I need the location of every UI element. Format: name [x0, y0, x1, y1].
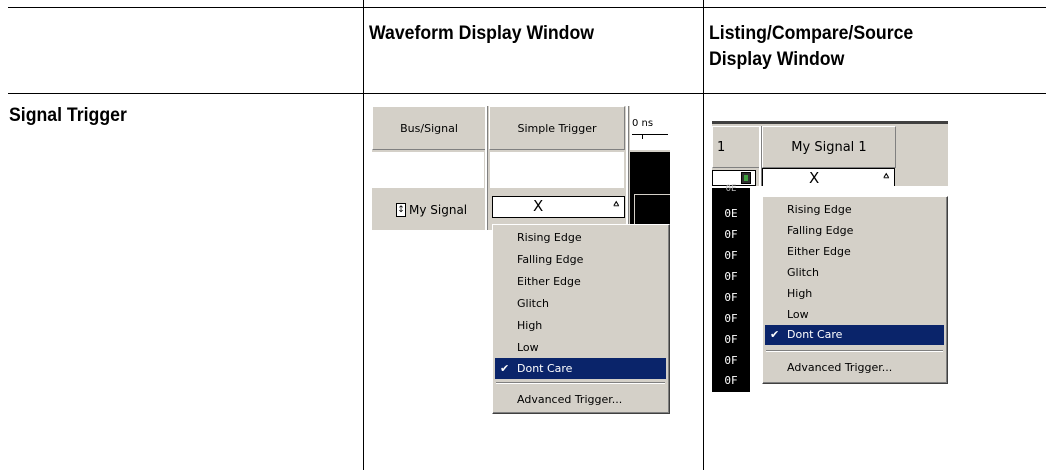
- listing-top-strip: [712, 106, 948, 121]
- listing-top-bar: [712, 121, 948, 124]
- listing-trigger-menu: Rising Edge Falling Edge Either Edge Gli…: [762, 196, 948, 384]
- column-splitter-2[interactable]: [626, 106, 629, 230]
- menu-item-high[interactable]: High: [495, 315, 666, 336]
- header-listing-window-line2: Display Window: [709, 49, 845, 70]
- up-down-arrow-icon: ↕: [396, 203, 406, 217]
- column-header-my-signal-1[interactable]: My Signal 1: [762, 126, 896, 168]
- trigger-cell-blank: [490, 152, 624, 188]
- listing-combo-value: X: [809, 169, 820, 186]
- check-icon: ✔: [770, 328, 780, 341]
- hex-value: 0F: [724, 249, 738, 262]
- menu-item-glitch[interactable]: Glitch: [495, 293, 666, 314]
- menu-item-glitch[interactable]: Glitch: [765, 262, 944, 283]
- hex-value: 0F: [724, 354, 738, 367]
- menu-item-falling-edge[interactable]: Falling Edge: [495, 249, 666, 270]
- waveform-window-capture: Bus/Signal Simple Trigger 0 ns ↕ My Sign…: [372, 106, 670, 230]
- listing-trigger-combo[interactable]: X ⩟: [762, 168, 895, 186]
- header-listing-window-line1: Listing/Compare/Source: [709, 23, 914, 44]
- hex-value: 0F: [724, 312, 738, 325]
- hex-value: 0E: [724, 207, 738, 220]
- menu-separator: [496, 382, 665, 384]
- listing-right-space: [898, 126, 948, 186]
- column-header-bus-signal[interactable]: Bus/Signal: [372, 106, 486, 150]
- menu-item-dont-care[interactable]: ✔ Dont Care: [765, 325, 944, 345]
- menu-item-advanced-trigger[interactable]: Advanced Trigger...: [765, 357, 944, 378]
- index-label: 1: [717, 139, 726, 155]
- waveform-trigger-menu: Rising Edge Falling Edge Either Edge Gli…: [492, 224, 670, 414]
- menu-item-low[interactable]: Low: [495, 337, 666, 358]
- time-label: 0 ns: [632, 118, 654, 129]
- signal-name: My Signal: [409, 203, 468, 217]
- menu-item-advanced-trigger[interactable]: Advanced Trigger...: [495, 389, 666, 410]
- menu-item-rising-edge[interactable]: Rising Edge: [765, 199, 944, 220]
- table-column-divider-1: [363, 0, 364, 470]
- menu-item-falling-edge[interactable]: Falling Edge: [765, 220, 944, 241]
- check-icon: ✔: [500, 362, 510, 375]
- hex-value: 0F: [724, 374, 738, 387]
- signal-column-label: My Signal 1: [791, 139, 867, 155]
- combo-value: X: [533, 197, 544, 215]
- row-label-signal-trigger: Signal Trigger: [9, 105, 127, 126]
- simple-trigger-label: Simple Trigger: [517, 121, 597, 135]
- signal-row-my-signal[interactable]: ↕ My Signal: [374, 194, 484, 226]
- menu-item-low[interactable]: Low: [765, 304, 944, 325]
- hex-partial-row: 0E: [725, 184, 737, 194]
- bus-signal-label: Bus/Signal: [400, 121, 458, 135]
- menu-item-either-edge[interactable]: Either Edge: [495, 271, 666, 292]
- menu-item-dont-care[interactable]: ✔ Dont Care: [495, 358, 666, 379]
- trigger-combo[interactable]: X ⩟: [492, 196, 625, 218]
- bus-signal-cell-blank: [372, 152, 484, 188]
- menu-item-dont-care-label: Dont Care: [517, 362, 573, 375]
- hex-value: 0F: [724, 228, 738, 241]
- column-header-simple-trigger[interactable]: Simple Trigger: [489, 106, 625, 150]
- table-row-divider: [8, 93, 1046, 94]
- time-ruler: 0 ns: [630, 106, 670, 150]
- menu-separator: [766, 350, 943, 352]
- chevron-down-icon: ⩟: [883, 171, 889, 181]
- hex-value: 0F: [724, 333, 738, 346]
- menu-item-either-edge[interactable]: Either Edge: [765, 241, 944, 262]
- menu-item-dont-care-label: Dont Care: [787, 328, 843, 341]
- column-splitter-1[interactable]: [485, 106, 488, 230]
- ruler-line: [632, 134, 668, 135]
- column-header-index[interactable]: 1: [712, 126, 760, 168]
- listing-hex-column: 0E 0E 0F 0F 0F 0F 0F 0F 0F 0F: [712, 184, 750, 392]
- table-top-border: [8, 7, 1046, 8]
- waveform-area: [630, 152, 670, 230]
- table-column-divider-2: [703, 0, 704, 470]
- hex-value: 0F: [724, 291, 738, 304]
- header-waveform-window: Waveform Display Window: [369, 23, 595, 44]
- calculator-icon[interactable]: [741, 172, 751, 184]
- menu-item-high[interactable]: High: [765, 283, 944, 304]
- listing-window-capture: 1 My Signal 1 X ⩟: [712, 106, 948, 186]
- ruler-tick: [642, 134, 643, 139]
- chevron-down-icon: ⩟: [613, 199, 619, 209]
- hex-value: 0F: [724, 270, 738, 283]
- menu-item-rising-edge[interactable]: Rising Edge: [495, 227, 666, 248]
